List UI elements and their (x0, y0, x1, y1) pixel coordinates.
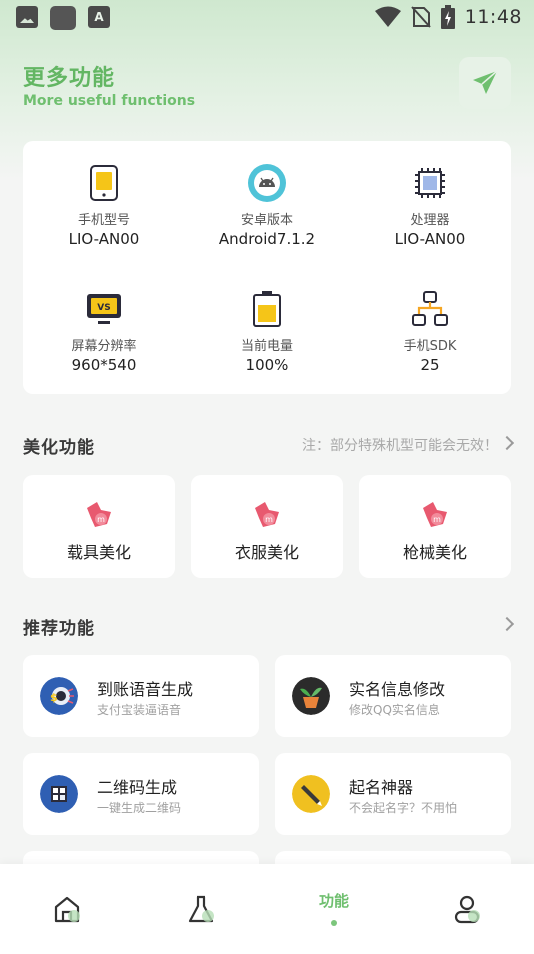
user-icon (454, 895, 480, 924)
pen-icon (292, 775, 330, 813)
weapon-skin-card[interactable]: m 枪械美化 (359, 475, 511, 578)
payment-voice-icon: $ (40, 677, 78, 715)
info-resolution: VS 屏幕分辨率 960*540 (23, 289, 185, 374)
svg-text:m: m (97, 515, 105, 524)
recommended-section-title: 推荐功能 (23, 619, 95, 639)
clothing-skin-card[interactable]: m 衣服美化 (191, 475, 343, 578)
battery-icon (253, 291, 281, 327)
phone-icon (90, 165, 118, 201)
send-icon (473, 70, 498, 94)
network-icon (412, 291, 448, 326)
send-button[interactable] (459, 57, 511, 109)
monitor-icon: VS (87, 294, 121, 324)
flask-icon (188, 895, 214, 923)
realname-edit-card[interactable]: 实名信息修改 修改QQ实名信息 (275, 655, 511, 737)
text-icon: A (88, 6, 110, 28)
skin-icon: m (255, 502, 279, 527)
nav-lab[interactable] (134, 864, 268, 954)
info-processor: 处理器 LIO-AN00 (349, 163, 511, 248)
qr-code-icon (40, 775, 78, 813)
svg-text:$: $ (50, 691, 58, 704)
no-sim-icon (410, 6, 431, 28)
home-icon (54, 896, 80, 923)
skin-icon: m (423, 502, 447, 527)
nav-home[interactable] (0, 864, 134, 954)
active-indicator (331, 920, 337, 926)
clock: 11:48 (464, 6, 522, 28)
app-icon (50, 6, 76, 30)
qr-code-card[interactable]: 二维码生成 一键生成二维码 (23, 753, 259, 835)
bottom-nav: 功能 (0, 864, 534, 954)
vehicle-skin-card[interactable]: m 载具美化 (23, 475, 175, 578)
name-generator-card[interactable]: 起名神器 不会起名字？不用怕 (275, 753, 511, 835)
cpu-icon (415, 168, 445, 198)
info-phone-model: 手机型号 LIO-AN00 (23, 163, 185, 248)
android-icon (248, 164, 286, 202)
device-info-card: 手机型号 LIO-AN00 安卓版本 Android7.1.2 处理器 LIO-… (23, 141, 511, 394)
chevron-right-icon[interactable] (499, 435, 515, 451)
functions-tab[interactable]: 功能 (268, 864, 400, 954)
page-title: 更多功能 (23, 66, 116, 91)
svg-text:m: m (265, 515, 273, 524)
beautify-note: 注：部分特殊机型可能会无效！ (302, 438, 498, 454)
page-subtitle: More useful functions (23, 93, 196, 109)
skin-icon: m (87, 502, 111, 527)
svg-text:m: m (433, 515, 441, 524)
info-battery-level: 当前电量 100% (186, 289, 348, 374)
chevron-right-icon[interactable] (499, 616, 515, 632)
beautify-section-title: 美化功能 (23, 438, 95, 458)
info-phone-sdk: 手机SDK 25 (349, 289, 511, 374)
plant-pot-icon (292, 677, 330, 715)
image-icon (16, 6, 38, 28)
wifi-icon (374, 6, 401, 27)
battery-charging-icon (440, 5, 455, 29)
nav-profile[interactable] (400, 864, 534, 954)
status-bar: A 11:48 (0, 0, 534, 36)
payment-voice-card[interactable]: $ 到账语音生成 支付宝装逼语音 (23, 655, 259, 737)
info-android-version: 安卓版本 Android7.1.2 (186, 163, 348, 248)
svg-text:VS: VS (97, 303, 110, 313)
